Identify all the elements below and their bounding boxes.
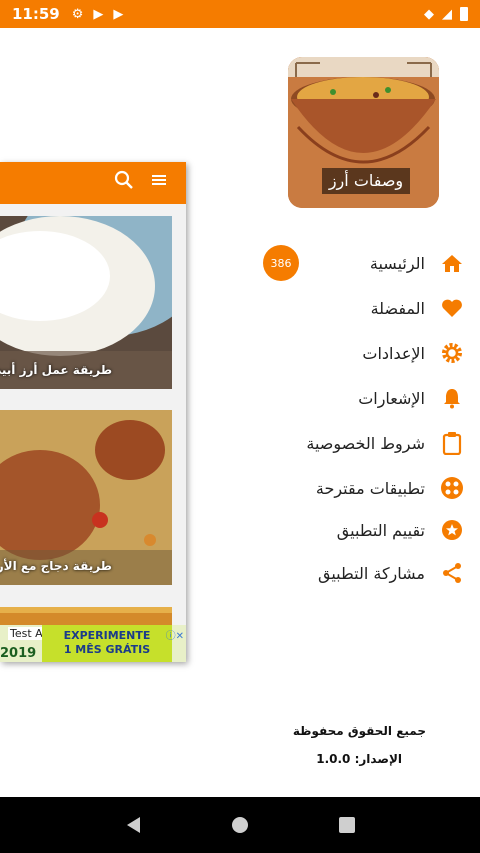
recipe-card[interactable]: طريقة دجاج مع الأرز	[0, 410, 172, 585]
status-time: 11:59	[12, 5, 60, 23]
system-icons: ◆ ◢	[424, 7, 468, 22]
drawer-item-notifications[interactable]: الإشعارات	[240, 380, 465, 416]
recipe-card[interactable]	[0, 607, 172, 627]
version-text: الإصدار: 1.0.0	[316, 752, 402, 766]
battery-icon	[460, 7, 468, 21]
drawer-item-home[interactable]: الرئيسية	[240, 245, 465, 281]
status-bar: 11:59 ⚙ ▶ ▶ ◆ ◢	[0, 0, 480, 28]
notification-icons: ⚙ ▶ ▶	[72, 7, 124, 22]
drawer-item-rate-app[interactable]: تقييم التطبيق	[240, 512, 465, 548]
bell-icon	[439, 385, 465, 411]
ad-year: 2019	[0, 646, 37, 661]
version-label: الإصدار:	[354, 752, 402, 766]
gear-icon: ⚙	[71, 6, 84, 22]
recipe-card[interactable]: طريقة عمل أرز أبيض	[0, 216, 172, 389]
drawer-item-label: الإشعارات	[358, 388, 425, 408]
share-icon	[439, 560, 465, 586]
apps-icon	[439, 475, 465, 501]
drawer-item-label: شروط الخصوصية	[306, 433, 425, 453]
heart-icon	[439, 295, 465, 321]
ad-cta-button[interactable]: EXPERIMENTE 1 MÊS GRÁTIS	[42, 625, 172, 662]
version-number: 1.0.0	[316, 752, 351, 766]
play-store-icon: ▶	[113, 6, 124, 22]
drawer-item-label: تطبيقات مقترحة	[315, 478, 425, 498]
card-title: طريقة عمل أرز أبيض	[0, 363, 112, 377]
play-store-icon: ▶	[93, 6, 104, 22]
card-title: طريقة دجاج مع الأرز	[0, 559, 112, 573]
app-toolbar	[0, 162, 186, 204]
signal-icon: ◆	[424, 6, 434, 22]
search-icon[interactable]	[114, 170, 134, 195]
logo-caption: وصفات أرز	[322, 168, 410, 194]
ad-cta-line2: 1 MÊS GRÁTIS	[63, 643, 151, 656]
drawer-item-privacy[interactable]: شروط الخصوصية	[240, 425, 465, 461]
gear-icon	[439, 340, 465, 366]
drawer-item-label: تقييم التطبيق	[336, 520, 425, 540]
drawer-item-share-app[interactable]: مشاركة التطبيق	[240, 555, 465, 591]
ad-cta-line1: EXPERIMENTE	[63, 629, 151, 642]
drawer-item-label: الرئيسية	[369, 253, 425, 273]
menu-icon[interactable]	[151, 170, 169, 195]
drawer-item-suggested-apps[interactable]: تطبيقات مقترحة	[240, 470, 465, 506]
system-nav-bar	[0, 797, 480, 853]
ad-close-icon[interactable]: ⓘ✕	[166, 627, 184, 642]
home-circle-icon[interactable]	[228, 813, 252, 837]
copyright-text: جميع الحقوق محفوظة	[292, 724, 426, 738]
ad-banner[interactable]: Test Ad 2019 EXPERIMENTE 1 MÊS GRÁTIS ⓘ✕	[0, 625, 186, 662]
recents-icon[interactable]	[335, 813, 359, 837]
drawer-item-label: المفضلة	[370, 298, 425, 318]
background-app-screen[interactable]: طريقة عمل أرز أبيض طريقة دجاج مع الأرز T…	[0, 162, 186, 662]
drawer-item-label: مشاركة التطبيق	[318, 563, 425, 583]
star-icon	[439, 517, 465, 543]
drawer-item-settings[interactable]: الإعدادات	[240, 335, 465, 371]
back-icon[interactable]	[121, 813, 145, 837]
clipboard-icon	[439, 430, 465, 456]
rice-dish-image	[0, 607, 172, 627]
drawer-item-favorites[interactable]: المفضلة	[240, 290, 465, 326]
wifi-icon: ◢	[442, 6, 452, 22]
drawer-item-label: الإعدادات	[362, 343, 425, 363]
home-icon	[439, 250, 465, 276]
